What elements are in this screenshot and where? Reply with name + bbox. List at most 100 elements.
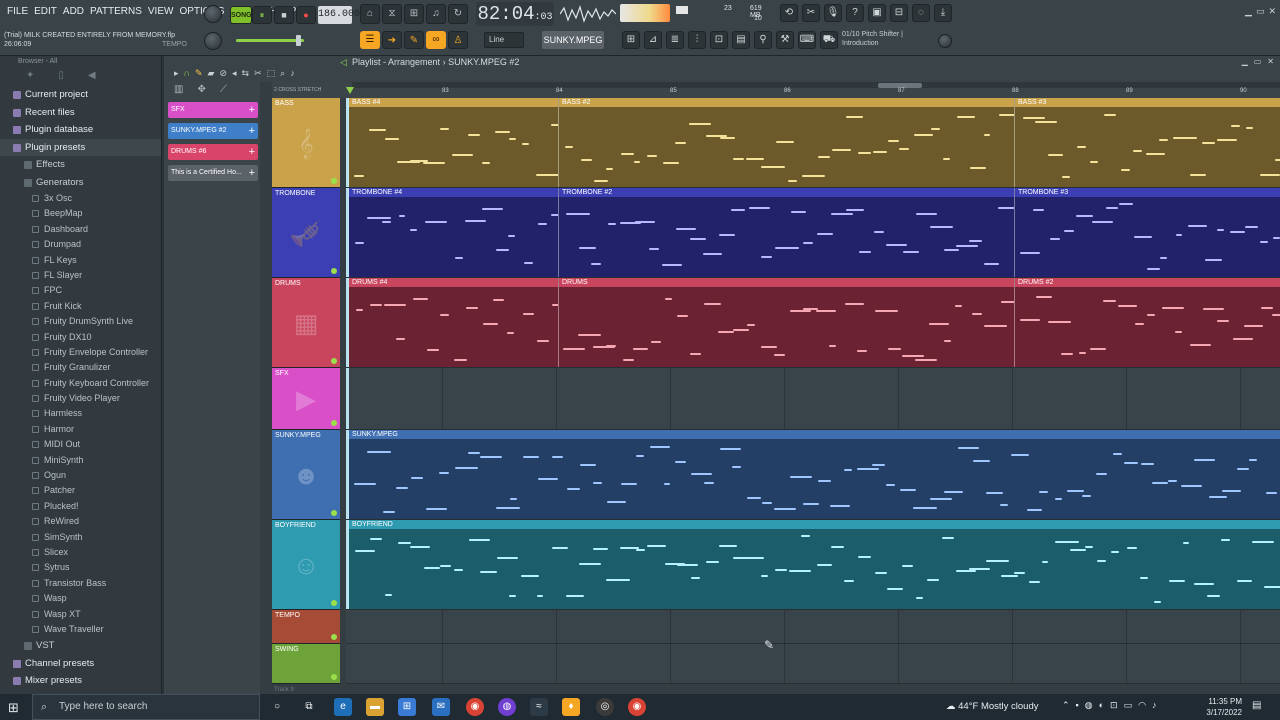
menu-file[interactable]: FILE xyxy=(4,6,31,17)
track-header[interactable]: SFX ▶ xyxy=(272,368,340,430)
draw-tool-icon[interactable]: ✎ xyxy=(195,68,203,79)
browser-item[interactable]: Current project xyxy=(0,86,161,104)
track-mute-icon[interactable] xyxy=(331,268,337,274)
song-mode-toggle[interactable]: SONG xyxy=(230,6,252,24)
track-lane[interactable]: TROMBONE #4 TROMBONE #2 TROMBONE #3 xyxy=(346,188,1280,278)
options-arrow-icon[interactable]: ▸ xyxy=(174,68,179,79)
playlist-view-icon[interactable]: ⊞ xyxy=(622,31,640,49)
tempo-display[interactable]: 186.000 xyxy=(318,6,360,24)
hint-settings-icon[interactable] xyxy=(938,34,952,48)
taskbar-clock[interactable]: 11:35 PM 3/17/2022 xyxy=(1202,696,1242,718)
browser-item[interactable]: Wasp xyxy=(0,591,161,606)
track-header[interactable]: BASS 𝄞 xyxy=(272,98,340,188)
chrome-alt-icon[interactable]: ◉ xyxy=(628,698,646,716)
pattern-clip[interactable]: BASS #3 xyxy=(1014,98,1280,187)
track-header[interactable]: DRUMS ▦ xyxy=(272,278,340,368)
touch-keyboard-icon[interactable]: ⌨ xyxy=(798,31,816,49)
delete-tool-icon[interactable]: ⊘ xyxy=(219,68,227,79)
track-lane[interactable]: BASS #4 BASS #2 BASS #3 xyxy=(346,98,1280,188)
fl-studio-icon[interactable]: ♦ xyxy=(562,698,580,716)
menu-edit[interactable]: EDIT xyxy=(31,6,60,17)
browser-item[interactable]: BeepMap xyxy=(0,206,161,221)
tools-icon[interactable]: ⚒ xyxy=(776,31,794,49)
browser-item[interactable]: ReWired xyxy=(0,514,161,529)
mixer-icon[interactable]: ⊟ xyxy=(890,4,908,22)
close-icon[interactable]: ✕ xyxy=(1268,6,1276,17)
mute-tool-icon[interactable]: ◂ xyxy=(232,68,237,79)
pattern-clip[interactable]: BASS #2 xyxy=(558,98,1014,187)
tray-network-icon[interactable]: ⊡ xyxy=(1110,700,1118,711)
tray-app-icon[interactable]: ▪ xyxy=(1076,700,1079,711)
terminal-icon[interactable]: ≈ xyxy=(530,698,548,716)
select-tool-icon[interactable]: ⬚ xyxy=(267,68,276,79)
tray-discord-icon[interactable]: ◍ xyxy=(1085,700,1093,711)
pattern-clip[interactable]: DRUMS #2 xyxy=(1014,278,1280,367)
browser-item[interactable]: Fruity Envelope Controller xyxy=(0,345,161,360)
track-lane[interactable]: DRUMS #4 DRUMS DRUMS #2 xyxy=(346,278,1280,368)
browser-file-icon[interactable]: ▯ xyxy=(58,70,64,86)
track-mute-icon[interactable] xyxy=(331,510,337,516)
file-explorer-icon[interactable]: ▬ xyxy=(366,698,384,716)
browser-item[interactable]: FL Keys xyxy=(0,253,161,268)
chat-icon[interactable]: ◌ xyxy=(912,4,930,22)
tray-chevron-icon[interactable]: ⌃ xyxy=(1062,700,1070,711)
pattern-clip[interactable]: TROMBONE #3 xyxy=(1014,188,1280,277)
store-icon[interactable]: ⊞ xyxy=(398,698,416,716)
browser-item[interactable]: Drumpad xyxy=(0,237,161,252)
snap-select[interactable]: Line xyxy=(484,32,524,48)
track-header[interactable]: BOYFRIEND ☺ xyxy=(272,520,340,610)
stamp-icon[interactable]: ♙ xyxy=(448,31,468,49)
pattern-clip[interactable]: TROMBONE #4 xyxy=(348,188,558,277)
browser-view-icon[interactable]: ▤ xyxy=(732,31,750,49)
picker-item[interactable]: SFX + xyxy=(168,102,258,118)
browser-item[interactable]: Fruity DrumSynth Live xyxy=(0,314,161,329)
cut-icon[interactable]: ✂ xyxy=(802,4,820,22)
undo-history-icon[interactable]: ⟲ xyxy=(780,4,798,22)
playlist-minimize-icon[interactable]: ▁ xyxy=(1242,56,1248,68)
pattern-clip[interactable]: DRUMS xyxy=(558,278,1014,367)
slice-tool-icon[interactable]: ✂ xyxy=(254,68,262,79)
plugin-picker-icon[interactable]: ⊡ xyxy=(710,31,728,49)
track-mute-icon[interactable] xyxy=(331,420,337,426)
browser-item[interactable]: Fruity Video Player xyxy=(0,391,161,406)
arrow-icon[interactable]: ➜ xyxy=(382,31,402,49)
master-volume-slider[interactable] xyxy=(236,35,304,46)
playlist-icon[interactable]: ☰ xyxy=(360,31,380,49)
picker-edit-icon[interactable]: ⟋ xyxy=(220,84,227,95)
playhead-marker[interactable] xyxy=(346,87,354,94)
metronome-icon[interactable]: ⌂ xyxy=(360,4,380,24)
record-button[interactable]: ● xyxy=(296,6,316,24)
master-pitch-knob[interactable] xyxy=(204,32,222,50)
browser-item[interactable]: MiniSynth xyxy=(0,453,161,468)
browser-item[interactable]: Transistor Bass xyxy=(0,576,161,591)
browser-item[interactable]: Recent files xyxy=(0,104,161,122)
browser-item[interactable]: Effects xyxy=(0,156,161,174)
magnet-icon[interactable]: ∩ xyxy=(184,68,190,79)
tray-steam-icon[interactable]: ◐ xyxy=(1099,700,1104,711)
microphone-icon[interactable]: 🎙 xyxy=(824,4,842,22)
tray-volume-icon[interactable]: ♪ xyxy=(1152,700,1157,711)
browser-item[interactable]: SimSynth xyxy=(0,530,161,545)
track-lane[interactable] xyxy=(346,644,1280,684)
playlist-close-icon[interactable]: ✕ xyxy=(1267,56,1274,68)
menu-add[interactable]: ADD xyxy=(60,6,87,17)
browser-item[interactable]: FPC xyxy=(0,283,161,298)
loop-record-icon[interactable]: ↻ xyxy=(448,4,468,24)
tray-display-icon[interactable]: ▭ xyxy=(1124,700,1133,711)
add-icon[interactable]: + xyxy=(249,102,255,118)
track-header[interactable]: SWING xyxy=(272,644,340,684)
maximize-icon[interactable]: ▭ xyxy=(1256,6,1265,17)
browser-item[interactable]: Plugin database xyxy=(0,121,161,139)
browser-star-icon[interactable]: ✦ xyxy=(26,70,34,86)
notification-icon[interactable]: ▤ xyxy=(1252,700,1261,711)
browser-item[interactable]: FL Slayer xyxy=(0,268,161,283)
slip-tool-icon[interactable]: ⇆ xyxy=(242,68,250,79)
cart-icon[interactable]: ⛟ xyxy=(820,31,838,49)
playlist-maximize-icon[interactable]: ▭ xyxy=(1254,56,1262,68)
pattern-clip[interactable]: BOYFRIEND xyxy=(348,520,1280,609)
track-mute-icon[interactable] xyxy=(331,358,337,364)
browser-item[interactable]: Slicex xyxy=(0,545,161,560)
pattern-selector[interactable]: SUNKY.MPEG xyxy=(542,31,604,49)
track-lane[interactable] xyxy=(346,610,1280,644)
browser-item[interactable]: Fruit Kick xyxy=(0,299,161,314)
